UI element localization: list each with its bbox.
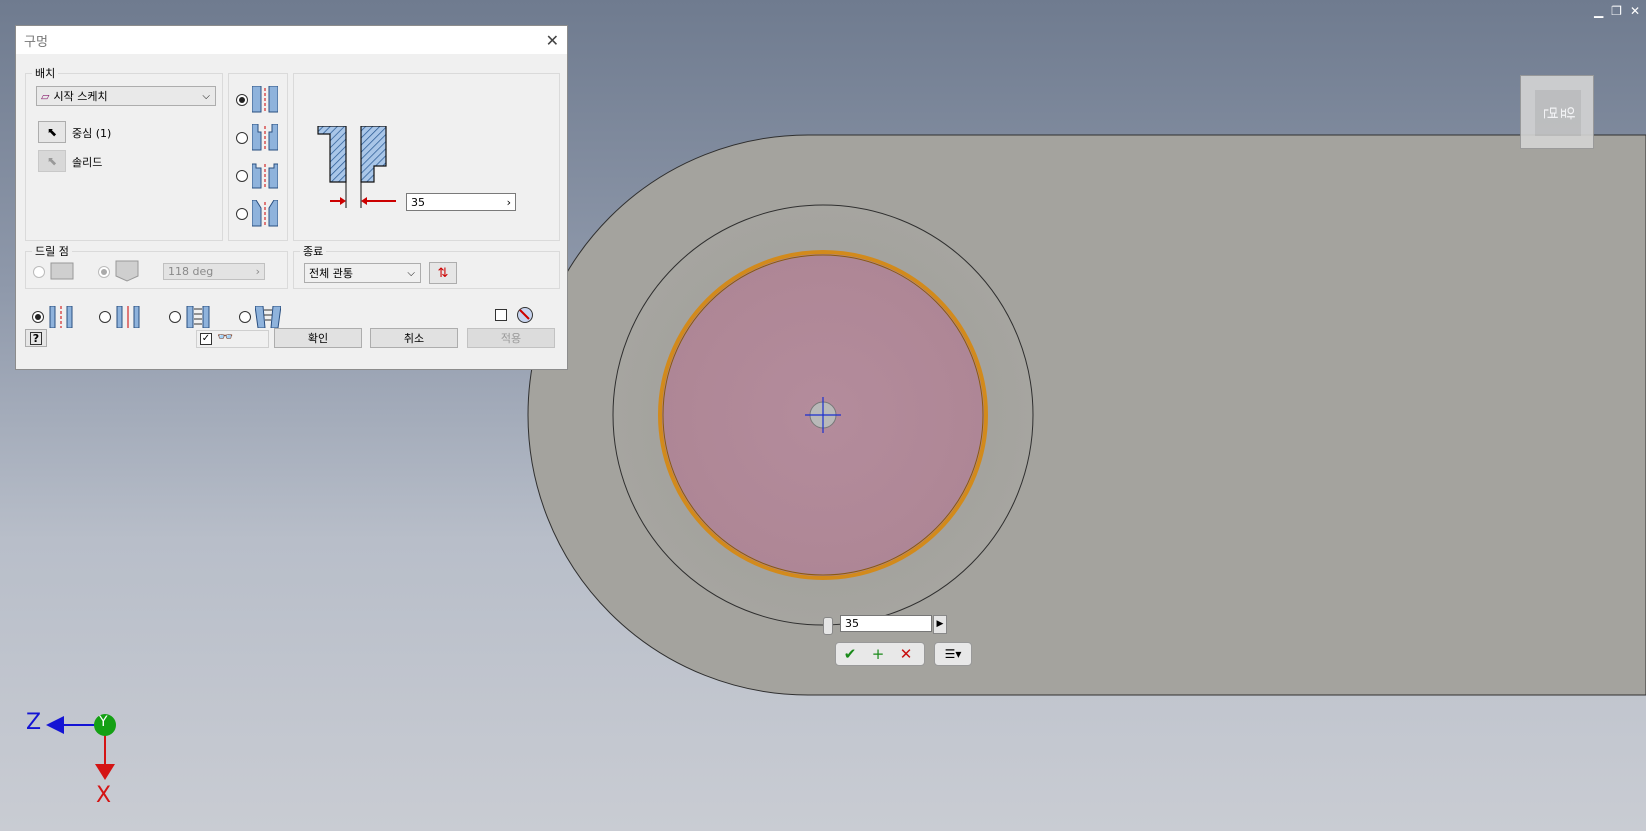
simple-hole-icon (49, 306, 73, 328)
spotface-hole-icon (252, 163, 278, 189)
counterbore-hole-icon (252, 124, 278, 151)
hole-dialog: 구멍 ✕ 배치 ▱ 시작 스케치 ⌵ ⬉ 중심 (1) ⬉ 솔리드 35 › 드… (15, 25, 568, 370)
cursor-arrow-icon: ⬉ (46, 154, 58, 168)
hole-preview-group: 35 › (293, 73, 560, 241)
hole-type-counterbore-radio[interactable] (236, 132, 248, 144)
hole-type-countersink-radio[interactable] (236, 208, 248, 220)
minimize-button[interactable]: ▁ (1594, 4, 1603, 18)
drill-point-flat-radio[interactable] (33, 266, 45, 278)
viewcube-face-label: 앞면 (1541, 103, 1575, 122)
ok-button-label: 확인 (307, 332, 329, 345)
help-icon: ? (29, 331, 43, 345)
ok-check-icon[interactable]: ✔ (836, 645, 864, 663)
termination-select[interactable]: 전체 관통 ⌵ (304, 263, 421, 283)
ok-button[interactable]: 확인 (274, 328, 362, 348)
thread-taper-tapped-radio[interactable] (239, 311, 251, 323)
close-window-button[interactable]: ✕ (1630, 4, 1640, 18)
z-axis-label: Z (26, 710, 42, 735)
solid-select-button[interactable]: ⬉ (38, 150, 66, 172)
chevron-down-icon: ⌵ (407, 267, 415, 279)
angle-drill-point-icon (115, 260, 139, 282)
hole-type-spotface-radio[interactable] (236, 170, 248, 182)
x-axis-label: X (96, 783, 112, 808)
placement-type-select[interactable]: ▱ 시작 스케치 ⌵ (36, 86, 216, 106)
infer-imodates-checkbox[interactable] (495, 309, 507, 321)
termination-value: 전체 관통 (309, 267, 353, 280)
apply-plus-icon[interactable]: + (864, 645, 892, 663)
viewcube-front-face[interactable]: 앞면 (1535, 90, 1581, 136)
hole-type-group (228, 73, 288, 241)
placement-legend: 배치 (32, 65, 59, 81)
diameter-value: 35 (411, 195, 425, 209)
close-icon[interactable]: ✕ (546, 31, 559, 50)
mini-options-button[interactable]: ☰▾ (934, 642, 972, 666)
drill-point-group: 드릴 점 118 deg › (25, 243, 288, 289)
help-button[interactable]: ? (25, 329, 47, 347)
dialog-title: 구멍 (24, 34, 48, 50)
restore-button[interactable]: ❐ (1611, 4, 1622, 18)
termination-legend: 종료 (300, 243, 327, 259)
flip-direction-button[interactable]: ⇅ (429, 262, 457, 284)
hole-type-drilled-radio[interactable] (236, 94, 248, 106)
placement-type-value: 시작 스케치 (53, 90, 108, 103)
mini-expand-arrow-icon[interactable]: ▶ (933, 615, 947, 634)
sketch-icon: ▱ (41, 89, 50, 103)
mini-action-group: ✔ + ✕ (835, 642, 925, 666)
drilled-hole-icon (252, 86, 278, 113)
viewcube[interactable]: 앞면 (1520, 75, 1594, 149)
thread-simple-radio[interactable] (32, 311, 44, 323)
drill-angle-value: 118 deg (168, 265, 214, 278)
cancel-button[interactable]: 취소 (370, 328, 458, 348)
countersink-hole-icon (252, 200, 278, 227)
center-label: 중심 (1) (72, 127, 112, 140)
drill-point-angle-radio[interactable] (98, 266, 110, 278)
clearance-hole-icon (116, 306, 140, 328)
mini-diameter-input[interactable]: 35 (840, 615, 932, 632)
drill-point-legend: 드릴 점 (32, 243, 72, 259)
flip-direction-icon: ⇅ (437, 265, 449, 281)
apply-button[interactable]: 적용 (467, 328, 555, 348)
mini-toolbar-grip[interactable] (823, 617, 833, 635)
drill-angle-input[interactable]: 118 deg › (163, 263, 265, 280)
axis-triad: Z Y X (20, 700, 140, 810)
cancel-x-icon[interactable]: ✕ (892, 645, 920, 663)
chevron-right-icon[interactable]: › (507, 196, 511, 209)
taper-tapped-hole-icon (255, 306, 281, 328)
compass-gauge-icon[interactable] (516, 306, 534, 324)
window-controls: ▁ ❐ ✕ (1594, 4, 1640, 18)
thread-clearance-radio[interactable] (99, 311, 111, 323)
solid-label: 솔리드 (72, 156, 103, 169)
placement-group: 배치 ▱ 시작 스케치 ⌵ ⬉ 중심 (1) ⬉ 솔리드 (25, 65, 223, 241)
chevron-right-icon[interactable]: › (256, 265, 260, 278)
y-axis-label: Y (99, 714, 108, 730)
mini-diameter-value: 35 (845, 617, 859, 630)
preview-glasses-icon: 👓 (217, 330, 234, 345)
diameter-input[interactable]: 35 › (406, 193, 516, 211)
flat-drill-point-icon (50, 262, 74, 280)
thread-tapped-radio[interactable] (169, 311, 181, 323)
preview-checkbox[interactable]: ✓ (200, 333, 212, 345)
cancel-button-label: 취소 (403, 332, 425, 345)
termination-group: 종료 전체 관통 ⌵ ⇅ (293, 243, 560, 289)
apply-button-label: 적용 (500, 332, 522, 345)
tapped-hole-icon (186, 306, 210, 328)
cursor-arrow-icon: ⬉ (46, 125, 58, 139)
list-menu-icon: ☰▾ (944, 647, 962, 661)
chevron-down-icon: ⌵ (202, 90, 210, 102)
hole-section-preview-icon (317, 126, 396, 208)
center-select-button[interactable]: ⬉ (38, 121, 66, 143)
dialog-titlebar[interactable]: 구멍 ✕ (16, 26, 567, 54)
